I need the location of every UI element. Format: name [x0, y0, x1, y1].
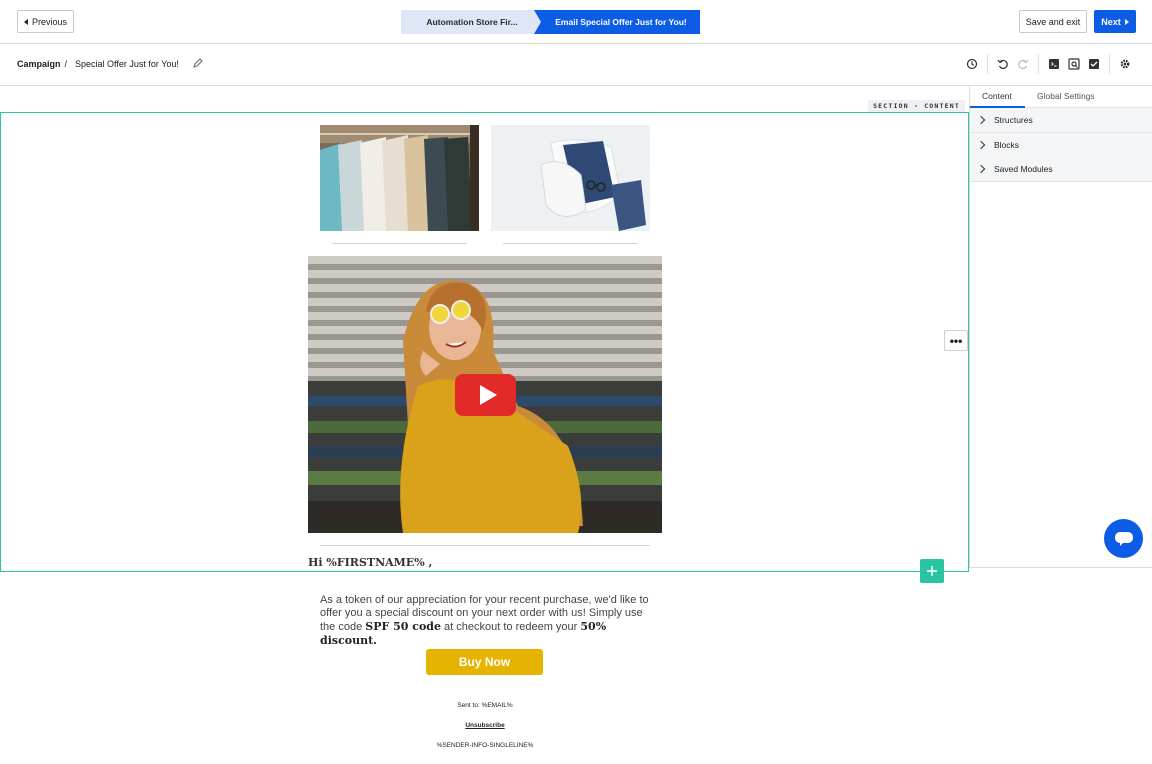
step-indicator: Automation Store Fir... Email Special Of… [401, 10, 700, 34]
sent-to-text: Sent to: %EMAIL% [457, 702, 513, 709]
more-options-button[interactable]: ••• [944, 330, 968, 351]
folded-clothes-image[interactable] [491, 125, 650, 231]
offer-text: at checkout to redeem your [440, 621, 581, 633]
panel-tabs: Content Global Settings [970, 86, 1152, 108]
previous-button[interactable]: Previous [17, 10, 74, 33]
history-icon[interactable] [965, 57, 979, 71]
offer-paragraph[interactable]: As a token of our appreciation for your … [320, 594, 660, 648]
next-label: Next [1101, 16, 1121, 27]
add-block-button[interactable] [920, 559, 944, 583]
tab-global-settings[interactable]: Global Settings [1037, 91, 1095, 101]
undo-icon[interactable] [996, 57, 1010, 71]
toolbar-divider [1109, 54, 1110, 74]
chevron-right-icon [976, 164, 986, 174]
next-button[interactable]: Next [1094, 10, 1136, 33]
right-panel: Content Global Settings Structures Block… [969, 86, 1152, 568]
plus-icon [927, 566, 937, 576]
breadcrumb: Campaign / Special Offer Just for You! [17, 59, 179, 69]
accordion-label: Blocks [994, 140, 1020, 150]
save-and-exit-label: Save and exit [1025, 16, 1081, 27]
buy-now-button[interactable]: Buy Now [426, 649, 543, 675]
step-label: Automation Store Fir... [426, 17, 518, 27]
clothing-rack-image[interactable] [320, 125, 479, 231]
toolbar-divider [987, 54, 988, 74]
accordion-blocks[interactable]: Blocks [970, 133, 1152, 158]
greeting-text[interactable]: Hi %FIRSTNAME% , [308, 556, 432, 569]
pencil-icon[interactable] [193, 58, 203, 68]
chevron-right-icon [976, 140, 986, 150]
step-label: Email Special Offer Just for You! [555, 17, 687, 27]
divider [332, 243, 467, 244]
image-check-icon[interactable] [1087, 57, 1101, 71]
divider [503, 243, 638, 244]
settings-icon[interactable] [1118, 57, 1132, 71]
chat-support-button[interactable] [1104, 519, 1143, 558]
toolbar-divider [1038, 54, 1039, 74]
code-icon[interactable] [1047, 57, 1061, 71]
caret-left-icon [23, 18, 28, 25]
divider [320, 545, 650, 546]
previous-label: Previous [31, 16, 67, 27]
caret-right-icon [1124, 18, 1129, 25]
campaign-name: Special Offer Just for You! [75, 59, 179, 69]
email-canvas[interactable]: SECTION - CONTENT Hi %FIRSTNAME% , As a … [0, 86, 969, 764]
accordion-label: Saved Modules [994, 164, 1053, 174]
redo-icon[interactable] [1016, 57, 1030, 71]
chat-icon [1114, 531, 1133, 546]
step-automation-store[interactable]: Automation Store Fir... [401, 10, 543, 34]
chevron-right-icon [976, 115, 986, 125]
video-block[interactable] [308, 256, 662, 533]
preview-icon[interactable] [1067, 57, 1081, 71]
sender-info-text: %SENDER-INFO-SINGLELINE% [436, 742, 534, 749]
accordion-structures[interactable]: Structures [970, 108, 1152, 133]
section-content-tag: SECTION - CONTENT [868, 100, 965, 112]
accordion-saved-modules[interactable]: Saved Modules [970, 157, 1152, 182]
step-email-special-offer[interactable]: Email Special Offer Just for You! [534, 10, 700, 34]
tab-content[interactable]: Content [982, 91, 1012, 101]
top-bar: Previous Automation Store Fir... Email S… [0, 0, 1152, 44]
accordion-label: Structures [994, 115, 1033, 125]
breadcrumb-campaign[interactable]: Campaign [17, 59, 61, 69]
editor-toolbar: Campaign / Special Offer Just for You! [0, 44, 1152, 86]
save-and-exit-button[interactable]: Save and exit [1019, 10, 1087, 33]
promo-code: SPF 50 code [365, 620, 441, 633]
unsubscribe-link[interactable]: Unsubscribe [385, 722, 585, 729]
breadcrumb-separator: / [64, 59, 68, 69]
